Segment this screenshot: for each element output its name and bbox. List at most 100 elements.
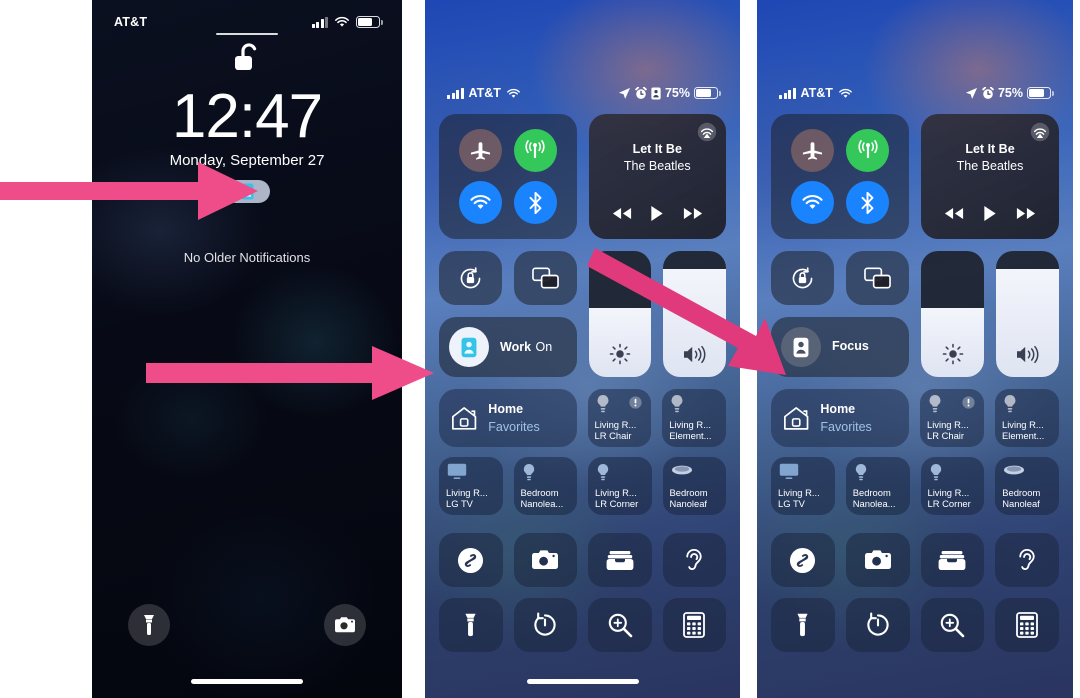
home-title: Home xyxy=(820,402,856,416)
home-module: Home Favorites Living R... LR Chair Livi… xyxy=(439,389,726,447)
battery-percent-label: 75% xyxy=(664,86,690,100)
bluetooth-icon xyxy=(529,191,542,214)
rewind-icon[interactable] xyxy=(944,207,964,220)
apps-row-2 xyxy=(439,598,726,652)
wallet-icon xyxy=(606,550,634,570)
home-indicator[interactable] xyxy=(191,679,303,684)
hearing-button[interactable] xyxy=(995,533,1059,587)
airplane-mode-icon xyxy=(802,142,823,160)
airplane-mode-button[interactable] xyxy=(791,128,834,172)
home-favorites-button[interactable]: Home Favorites xyxy=(771,389,909,447)
sliders-group xyxy=(588,251,726,377)
accessory-label: Living R... LG TV xyxy=(778,486,820,510)
magnifier-button[interactable] xyxy=(588,598,652,652)
lock-screen-focus-pill[interactable] xyxy=(224,180,270,203)
home-accessory-tile[interactable]: Living R... LR Corner xyxy=(588,457,652,515)
screen-mirroring-button[interactable] xyxy=(846,251,909,305)
cellular-bars-icon xyxy=(311,16,328,28)
timer-button[interactable] xyxy=(845,598,910,652)
home-accessory-tile[interactable]: Living R... LG TV xyxy=(771,457,835,515)
wifi-icon xyxy=(335,16,349,27)
no-older-notifications-label: No Older Notifications xyxy=(183,250,311,265)
home-accessory-tile[interactable]: Living R... Element... xyxy=(662,389,726,447)
home-accessory-tile[interactable]: Living R... LG TV xyxy=(439,457,503,515)
focus-mode-button[interactable]: Work On xyxy=(439,317,577,377)
brightness-icon xyxy=(942,343,963,365)
media-player-module[interactable]: Let It Be The Beatles xyxy=(588,114,726,239)
camera-button[interactable] xyxy=(324,604,366,646)
wifi-button[interactable] xyxy=(791,181,834,225)
hearing-ear-icon xyxy=(686,548,702,570)
flashlight-button[interactable] xyxy=(771,598,835,652)
cellular-data-button[interactable] xyxy=(513,128,557,172)
flashlight-icon xyxy=(797,613,808,637)
cellular-bars-icon xyxy=(779,87,796,99)
connectivity-module[interactable] xyxy=(771,114,909,239)
accessory-label: Living R... LG TV xyxy=(446,486,488,510)
lightbulb-icon xyxy=(928,394,942,419)
lightbulb-icon xyxy=(670,394,684,419)
rewind-icon[interactable] xyxy=(612,207,632,220)
carrier-label: AT&T xyxy=(468,86,501,100)
rotation-lock-button[interactable] xyxy=(771,251,834,305)
home-accessory-tile[interactable]: Living R... LR Corner xyxy=(920,457,985,515)
focus-mode-button[interactable]: Focus xyxy=(771,317,909,377)
wifi-icon xyxy=(507,88,520,98)
flashlight-button[interactable] xyxy=(128,604,170,646)
home-accessory-tile[interactable]: Bedroom Nanoleaf xyxy=(662,457,726,515)
fast-forward-icon[interactable] xyxy=(1016,207,1036,220)
wifi-button[interactable] xyxy=(458,181,502,225)
calculator-button[interactable] xyxy=(995,598,1059,652)
home-accessory-tile[interactable]: Living R... LR Chair xyxy=(587,389,652,447)
bluetooth-button[interactable] xyxy=(846,181,889,225)
home-icon xyxy=(452,406,477,430)
connectivity-module[interactable] xyxy=(439,114,577,239)
timer-button[interactable] xyxy=(513,598,577,652)
control-center-status-bar: AT&T 75% xyxy=(757,84,1073,102)
shazam-button[interactable] xyxy=(439,533,503,587)
airplane-mode-icon xyxy=(470,142,490,160)
volume-slider[interactable] xyxy=(663,251,726,377)
hearing-button[interactable] xyxy=(662,533,726,587)
flashlight-button[interactable] xyxy=(439,598,503,652)
rotation-lock-icon xyxy=(792,266,813,288)
location-arrow-icon xyxy=(965,87,978,99)
screen-mirroring-icon xyxy=(864,267,891,289)
accessory-label: Bedroom Nanolea... xyxy=(520,486,564,510)
unlocked-padlock-icon xyxy=(232,42,262,81)
play-icon[interactable] xyxy=(983,205,997,222)
focus-labels: Focus xyxy=(832,327,869,367)
home-accessory-tile[interactable]: Bedroom Nanolea... xyxy=(845,457,910,515)
airplane-mode-button[interactable] xyxy=(458,128,502,172)
rotation-lock-button[interactable] xyxy=(439,251,502,305)
brightness-slider[interactable] xyxy=(588,251,652,377)
fast-forward-icon[interactable] xyxy=(683,207,703,220)
magnifier-button[interactable] xyxy=(920,598,985,652)
home-accessory-tile[interactable]: Bedroom Nanoleaf xyxy=(995,457,1059,515)
camera-button[interactable] xyxy=(845,533,910,587)
calculator-button[interactable] xyxy=(662,598,726,652)
home-accessory-tile[interactable]: Living R... Element... xyxy=(995,389,1059,447)
home-accessory-tile[interactable]: Bedroom Nanolea... xyxy=(513,457,577,515)
media-player-module[interactable]: Let It Be The Beatles xyxy=(921,114,1059,239)
volume-slider[interactable] xyxy=(996,251,1059,377)
alarm-clock-icon xyxy=(635,86,647,99)
play-icon[interactable] xyxy=(650,205,664,222)
wallet-button[interactable] xyxy=(588,533,652,587)
home-subtitle: Favorites xyxy=(820,420,872,434)
cellular-data-button[interactable] xyxy=(846,128,889,172)
wallet-button[interactable] xyxy=(920,533,985,587)
focus-name: Work xyxy=(500,340,532,354)
camera-button[interactable] xyxy=(513,533,577,587)
brightness-slider[interactable] xyxy=(921,251,984,377)
panel-gap xyxy=(740,0,757,698)
home-favorites-button[interactable]: Home Favorites xyxy=(439,389,577,447)
bluetooth-button[interactable] xyxy=(513,181,557,225)
home-indicator[interactable] xyxy=(526,679,639,684)
shazam-button[interactable] xyxy=(771,533,835,587)
accessory-label: Living R... Element... xyxy=(669,418,712,442)
home-accessory-tile[interactable]: Living R... LR Chair xyxy=(920,389,984,447)
screen-mirroring-button[interactable] xyxy=(513,251,577,305)
accessory-label: Living R... LR Chair xyxy=(594,418,637,442)
focus-person-icon xyxy=(651,87,661,99)
